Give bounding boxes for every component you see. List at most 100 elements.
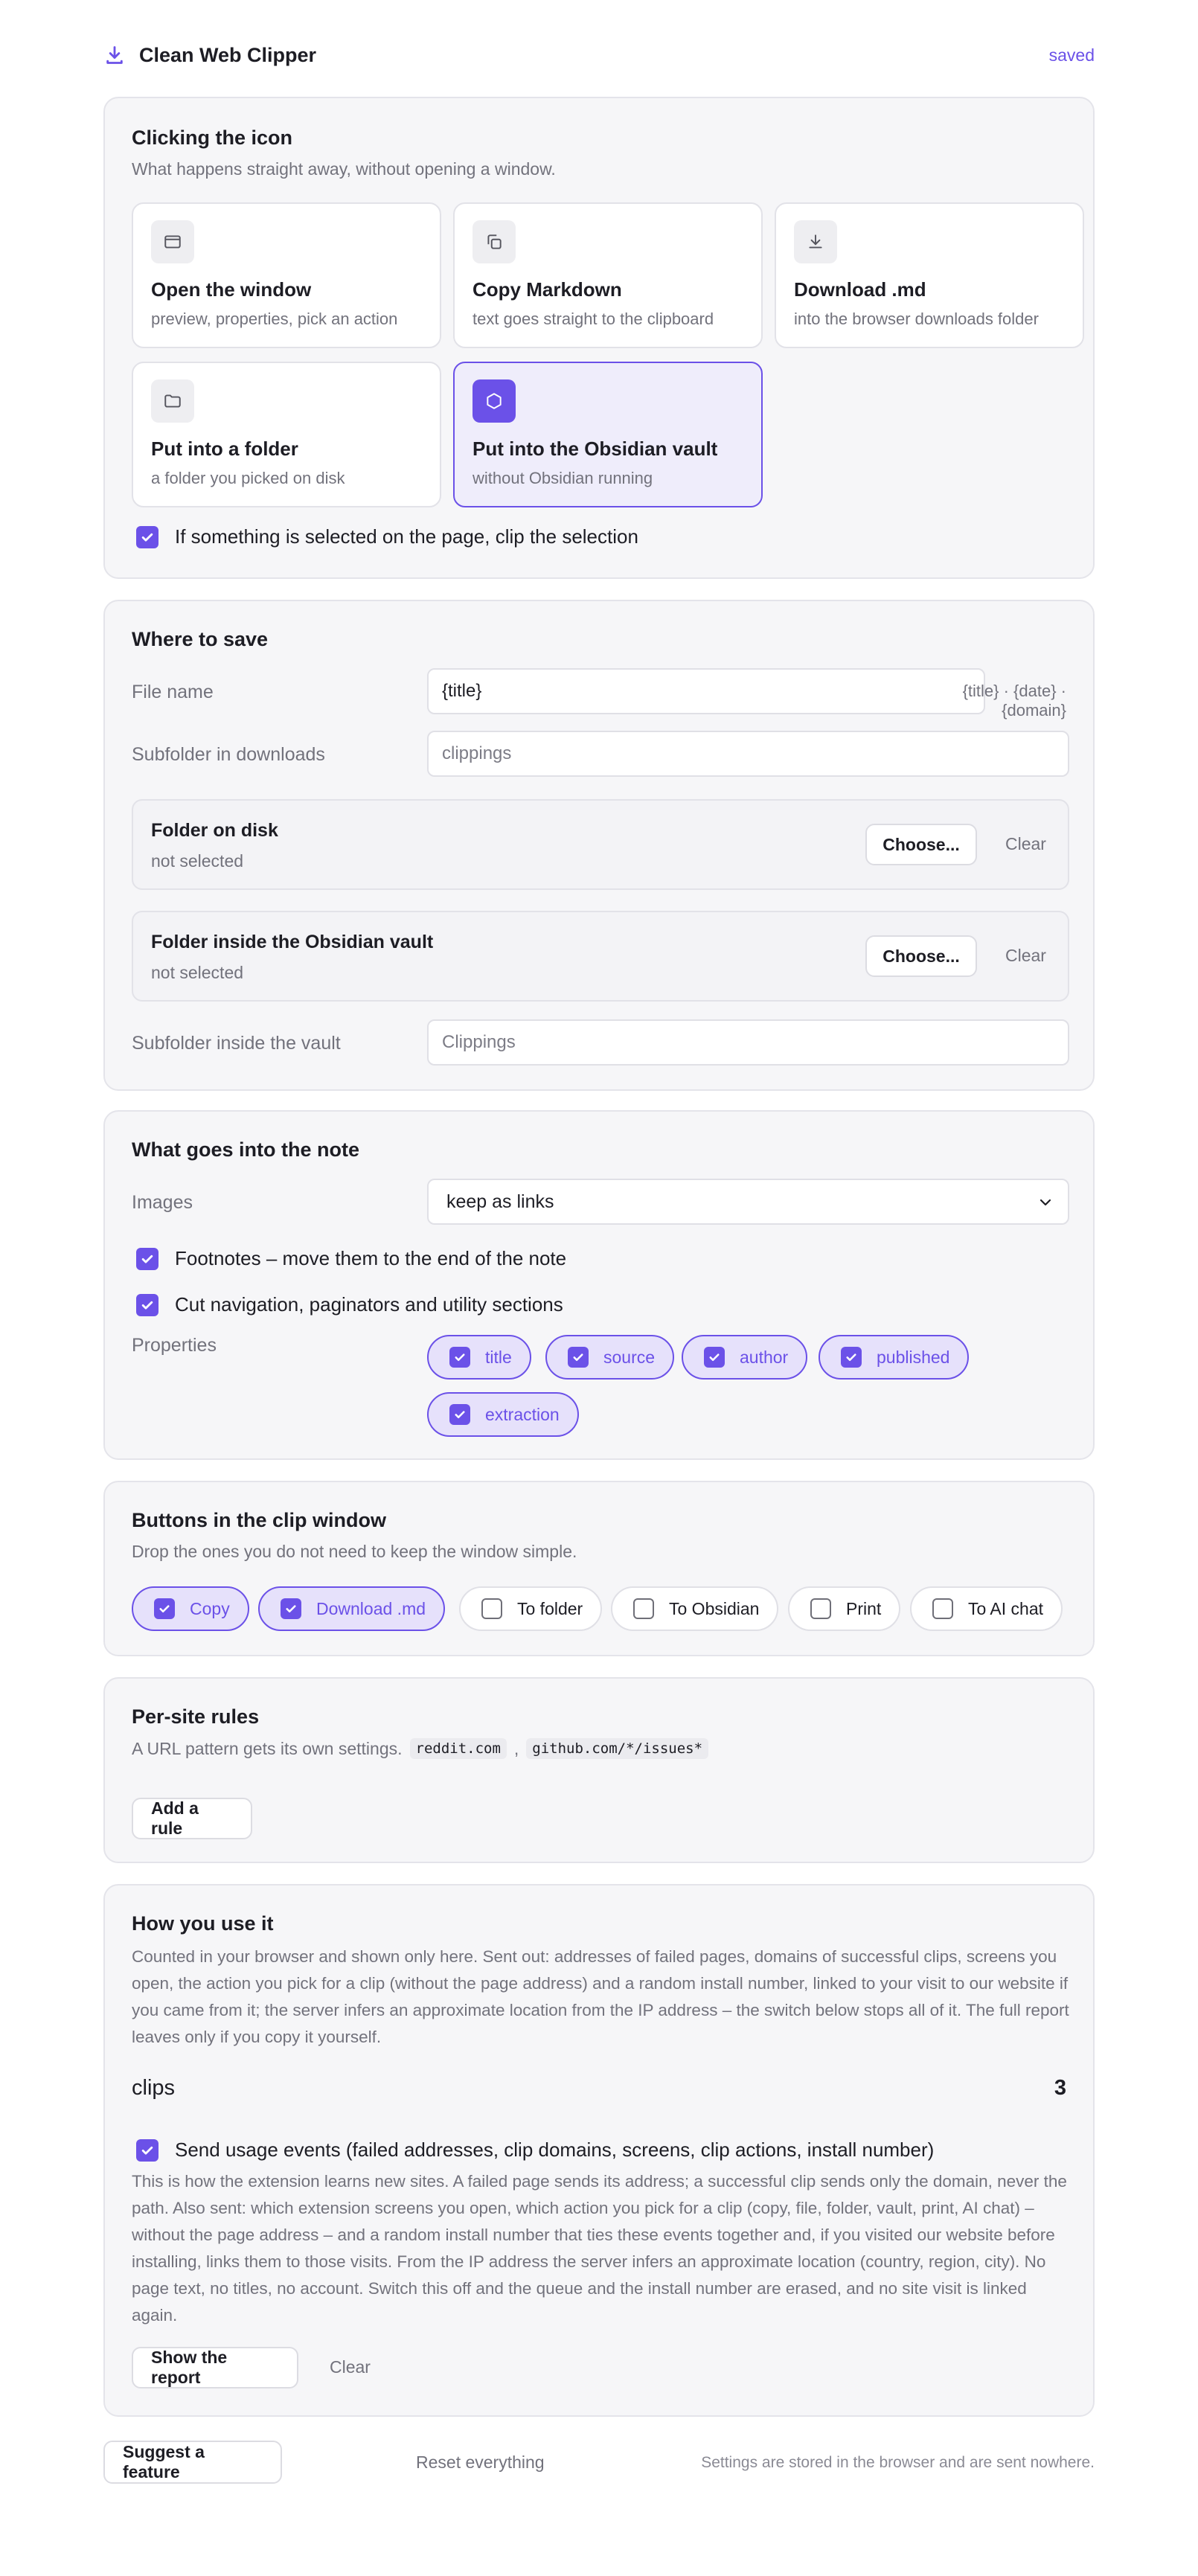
usage-intro: Counted in your browser and shown only h…	[132, 1947, 1069, 2046]
pill-label: title	[485, 1347, 512, 1367]
window-icon	[151, 220, 194, 263]
download-logo-icon	[103, 44, 126, 66]
folder-icon	[151, 379, 194, 423]
pill-label: author	[740, 1347, 789, 1367]
checkbox-checked[interactable]	[136, 525, 158, 548]
button-toggle-copy[interactable]: Copy	[132, 1586, 249, 1631]
button-toggle-obsidian[interactable]: To Obsidian	[611, 1586, 779, 1631]
checkbox-checked	[568, 1347, 589, 1368]
button-toggle-folder[interactable]: To folder	[459, 1586, 603, 1631]
button-toggle-ai-chat[interactable]: To AI chat	[910, 1586, 1063, 1631]
checkbox-label: Cut navigation, paginators and utility s…	[175, 1293, 563, 1316]
rule-example: github.com/*/issues*	[526, 1738, 709, 1759]
folder-in-vault-box: Folder inside the Obsidian vault not sel…	[132, 911, 1069, 1002]
card-subtitle: What happens straight away, without open…	[132, 159, 556, 179]
action-put-folder[interactable]: Put into a folder a folder you picked on…	[132, 362, 441, 507]
action-label: Copy Markdown	[473, 278, 622, 301]
action-label: Put into the Obsidian vault	[473, 438, 718, 460]
action-desc: preview, properties, pick an action	[151, 310, 398, 328]
usage-explanation: This is how the extension learns new sit…	[132, 2172, 1067, 2325]
action-open-window[interactable]: Open the window preview, properties, pic…	[132, 202, 441, 348]
folder-title: Folder inside the Obsidian vault	[151, 932, 434, 952]
checkbox-checked[interactable]	[136, 1247, 158, 1270]
add-rule-button[interactable]: Add a rule	[132, 1798, 252, 1839]
pill-label: extraction	[485, 1404, 560, 1424]
card-title: Buttons in the clip window	[132, 1509, 386, 1531]
subfolder-vault-input[interactable]	[427, 1019, 1069, 1066]
choose-disk-folder-button[interactable]: Choose...	[865, 824, 977, 865]
images-label: Images	[132, 1192, 193, 1213]
folder-on-disk-box: Folder on disk not selected Choose... Cl…	[132, 799, 1069, 890]
checkbox-unchecked	[932, 1598, 953, 1619]
subfolder-vault-label: Subfolder inside the vault	[132, 1033, 341, 1054]
property-extraction-pill[interactable]: extraction	[427, 1392, 579, 1437]
card-title: Per-site rules	[132, 1705, 260, 1728]
choose-vault-folder-button[interactable]: Choose...	[865, 935, 977, 977]
send-usage-events-toggle[interactable]: Send usage events (failed addresses, cli…	[136, 2138, 934, 2162]
checkbox-checked[interactable]	[136, 1293, 158, 1316]
file-name-hint: {title} · {date} · {domain}	[962, 682, 1066, 720]
checkbox-checked	[449, 1347, 470, 1368]
checkbox-label: Footnotes – move them to the end of the …	[175, 1247, 567, 1269]
action-label: Open the window	[151, 278, 312, 301]
checkbox-checked[interactable]	[136, 2138, 158, 2162]
storage-note: Settings are stored in the browser and a…	[701, 2454, 1095, 2471]
pill-label: To folder	[517, 1598, 583, 1618]
note-content-card: What goes into the note Images keep as l…	[103, 1110, 1095, 1460]
clip-window-buttons-card: Buttons in the clip window Drop the ones…	[103, 1481, 1095, 1656]
action-download-md[interactable]: Download .md into the browser downloads …	[775, 202, 1084, 348]
action-desc: a folder you picked on disk	[151, 469, 345, 487]
save-status: saved	[1048, 45, 1095, 65]
clip-selection-toggle[interactable]: If something is selected on the page, cl…	[136, 525, 638, 548]
images-select[interactable]: keep as links	[427, 1179, 1069, 1225]
action-copy-markdown[interactable]: Copy Markdown text goes straight to the …	[453, 202, 763, 348]
action-obsidian-vault[interactable]: Put into the Obsidian vault without Obsi…	[453, 362, 763, 507]
usage-card: How you use it Counted in your browser a…	[103, 1884, 1095, 2417]
card-title: What goes into the note	[132, 1138, 359, 1161]
checkbox-unchecked	[633, 1598, 654, 1619]
property-title-pill[interactable]: title	[427, 1335, 531, 1380]
rules-subtitle: A URL pattern gets its own settings. red…	[132, 1738, 709, 1759]
card-title: Where to save	[132, 628, 269, 650]
app-title: Clean Web Clipper	[139, 43, 317, 66]
checkbox-unchecked	[481, 1598, 502, 1619]
reset-everything-link[interactable]: Reset everything	[416, 2452, 545, 2473]
subfolder-downloads-input[interactable]	[427, 731, 1069, 777]
property-published-pill[interactable]: published	[819, 1335, 970, 1380]
pill-label: Print	[846, 1598, 882, 1618]
rule-example: reddit.com	[409, 1738, 507, 1759]
page-header: Clean Web Clipper saved	[103, 39, 1095, 71]
property-source-pill[interactable]: source	[545, 1335, 675, 1380]
footnotes-toggle[interactable]: Footnotes – move them to the end of the …	[136, 1247, 566, 1270]
pill-label: published	[877, 1347, 950, 1367]
property-author-pill[interactable]: author	[682, 1335, 808, 1380]
rules-description: A URL pattern gets its own settings.	[132, 1738, 403, 1758]
button-toggle-download[interactable]: Download .md	[258, 1586, 446, 1631]
clips-count: 3	[1054, 2076, 1066, 2100]
copy-icon	[473, 220, 516, 263]
checkbox-checked	[281, 1598, 301, 1619]
button-toggle-print[interactable]: Print	[788, 1586, 901, 1631]
action-label: Download .md	[794, 278, 926, 301]
cut-navigation-toggle[interactable]: Cut navigation, paginators and utility s…	[136, 1293, 563, 1316]
card-title: How you use it	[132, 1912, 274, 1935]
folder-status: not selected	[151, 963, 244, 982]
images-selected-value: keep as links	[446, 1191, 554, 1212]
clear-disk-folder-link[interactable]: Clear	[1005, 834, 1046, 854]
chevron-down-icon	[1037, 1194, 1054, 1217]
clear-usage-link[interactable]: Clear	[330, 2357, 371, 2377]
pill-label: To Obsidian	[669, 1598, 760, 1618]
clear-vault-folder-link[interactable]: Clear	[1005, 946, 1046, 966]
pill-label: To AI chat	[968, 1598, 1044, 1618]
action-desc: without Obsidian running	[473, 469, 653, 487]
card-title: Clicking the icon	[132, 126, 293, 149]
pill-label: Copy	[190, 1598, 230, 1618]
show-report-button[interactable]: Show the report	[132, 2347, 298, 2388]
checkbox-checked	[841, 1347, 862, 1368]
suggest-feature-button[interactable]: Suggest a feature	[103, 2441, 282, 2484]
action-label: Put into a folder	[151, 438, 298, 460]
pill-label: source	[603, 1347, 656, 1367]
subfolder-downloads-label: Subfolder in downloads	[132, 744, 325, 765]
where-to-save-card: Where to save File name {title} · {date}…	[103, 600, 1095, 1091]
action-desc: text goes straight to the clipboard	[473, 310, 714, 328]
